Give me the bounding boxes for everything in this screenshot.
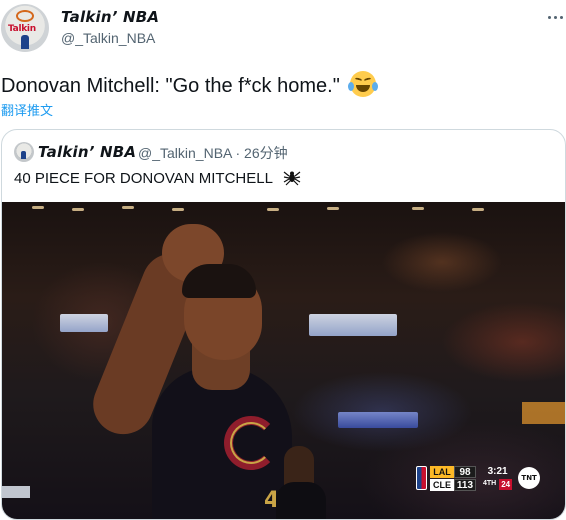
quoted-tweet-card[interactable]: Talkin’ NBA @_Talkin_NBA · 26分钟 40 PIECE… bbox=[1, 129, 566, 520]
arena-banner bbox=[522, 402, 565, 424]
author-handle[interactable]: @_Talkin_NBA bbox=[61, 30, 155, 46]
translate-tweet-link[interactable]: 翻译推文 bbox=[1, 100, 53, 119]
spider-icon bbox=[283, 171, 300, 186]
arena-sign-lower bbox=[338, 412, 418, 428]
video-media[interactable]: 45 LAL 98 CLE 113 3:21 bbox=[2, 202, 565, 519]
game-clock: 3:21 bbox=[487, 466, 508, 477]
quoted-author-meta: @_Talkin_NBA · 26分钟 bbox=[138, 145, 288, 161]
more-options-icon[interactable] bbox=[546, 10, 564, 24]
cavaliers-logo-trim bbox=[230, 422, 272, 464]
arena-sign-right bbox=[309, 314, 397, 336]
background-player-shirt bbox=[276, 482, 326, 519]
quoted-author-display-name: Talkin’ NBA bbox=[38, 143, 137, 161]
player-hair bbox=[182, 264, 256, 298]
period: 4TH bbox=[483, 480, 497, 487]
scorebug-row-away: CLE 113 bbox=[430, 478, 476, 491]
team2-abbr: CLE bbox=[430, 478, 454, 491]
player-silhouette-icon bbox=[21, 35, 29, 49]
tweet-body: Donovan Mitchell: "Go the f*ck home." bbox=[1, 75, 340, 97]
game-clock-box: 3:21 4TH 24 bbox=[483, 466, 513, 490]
face-with-tears-of-joy-icon bbox=[347, 71, 376, 97]
arena-sign-corner bbox=[2, 486, 30, 498]
nba-logo-icon bbox=[416, 466, 427, 490]
scorebug-row-home: LAL 98 bbox=[430, 465, 476, 478]
basketball-hoop-icon bbox=[16, 10, 34, 22]
quoted-author-avatar bbox=[14, 142, 34, 162]
shot-clock: 24 bbox=[499, 478, 513, 490]
scorebug-teams: LAL 98 CLE 113 bbox=[430, 465, 476, 491]
tweet-text: Donovan Mitchell: "Go the f*ck home." bbox=[1, 71, 376, 98]
period-row: 4TH 24 bbox=[483, 478, 513, 490]
quoted-tweet-text: 40 PIECE FOR DONOVAN MITCHELL bbox=[14, 168, 301, 189]
author-display-name[interactable]: Talkin’ NBA bbox=[61, 8, 159, 26]
team2-score: 113 bbox=[454, 478, 476, 491]
arena-sign-left bbox=[60, 314, 108, 332]
quoted-tweet-body: 40 PIECE FOR DONOVAN MITCHELL bbox=[14, 170, 273, 187]
tnt-logo-icon: TNT bbox=[518, 467, 541, 489]
avatar-logo-text: Talkin bbox=[8, 24, 36, 34]
team1-abbr: LAL bbox=[430, 465, 454, 478]
team1-score: 98 bbox=[454, 465, 476, 478]
author-avatar[interactable]: Talkin bbox=[1, 4, 49, 52]
tweet: Talkin Talkin’ NBA @_Talkin_NBA Donovan … bbox=[0, 0, 566, 520]
scorebug: LAL 98 CLE 113 3:21 4TH 24 TNT bbox=[416, 465, 541, 491]
